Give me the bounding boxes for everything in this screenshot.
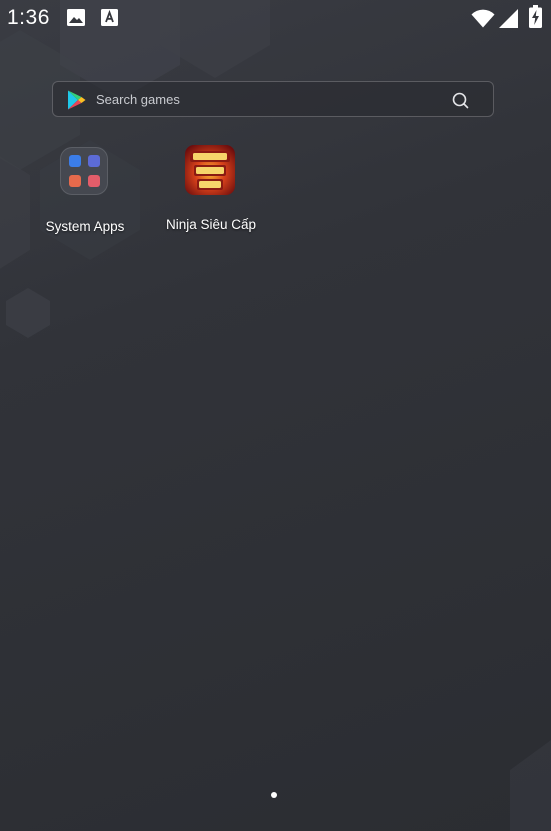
- app-label: System Apps: [45, 219, 125, 234]
- search-placeholder: Search games: [96, 92, 180, 107]
- status-bar: 1:36: [0, 0, 551, 38]
- status-time: 1:36: [7, 6, 50, 29]
- image-icon: [67, 9, 85, 26]
- wifi-icon: [471, 9, 495, 28]
- files-mini-icon: [69, 175, 81, 187]
- app-label: Ninja Siêu Cấp: [165, 217, 257, 232]
- gallery-mini-icon: [88, 175, 100, 187]
- settings-mini-icon: [69, 155, 81, 167]
- search-bar[interactable]: Search games: [52, 81, 494, 117]
- battery-charging-icon: [529, 5, 542, 28]
- search-icon[interactable]: [452, 92, 469, 109]
- cellular-signal-icon: [499, 9, 518, 28]
- home-screen: 1:36 Search games System Apps Ninja Siêu…: [0, 0, 551, 831]
- page-indicator-dot: [271, 792, 277, 798]
- ninja-game-icon: [185, 145, 235, 195]
- google-play-icon: [68, 90, 86, 110]
- folder-icon: [60, 147, 108, 195]
- wallpaper: [0, 0, 551, 831]
- text-a-icon: [101, 9, 118, 26]
- browser-mini-icon: [88, 155, 100, 167]
